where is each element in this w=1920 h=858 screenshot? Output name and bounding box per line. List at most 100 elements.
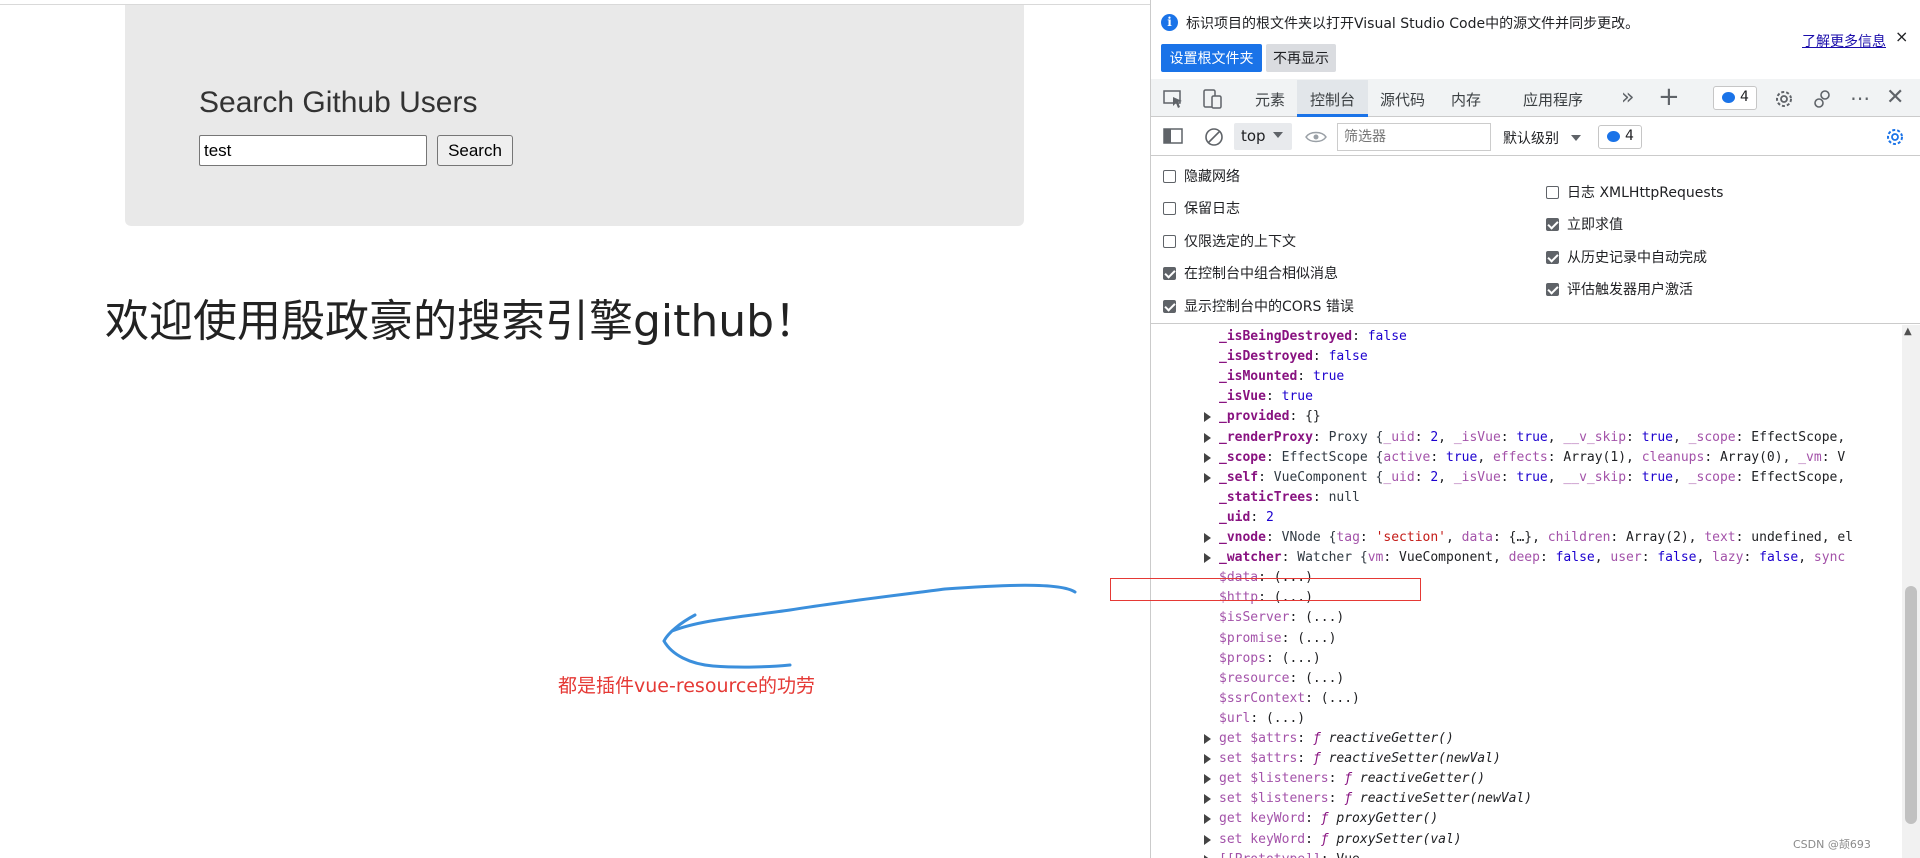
checkbox[interactable]: [1163, 170, 1176, 183]
live-expression-eye-icon[interactable]: [1304, 129, 1328, 145]
property-text: $url: (...): [1219, 711, 1305, 726]
dont-show-again-button[interactable]: 不再显示: [1266, 44, 1336, 72]
filter-input[interactable]: [1337, 123, 1491, 151]
expand-triangle-icon[interactable]: [1204, 734, 1211, 744]
checkbox[interactable]: [1546, 251, 1559, 264]
tab-sources[interactable]: 源代码: [1380, 89, 1425, 110]
scrollbar-thumb[interactable]: [1905, 586, 1917, 824]
close-icon[interactable]: ×: [1895, 27, 1908, 46]
checkbox[interactable]: [1163, 267, 1176, 280]
checkbox[interactable]: [1163, 202, 1176, 215]
expand-triangle-icon[interactable]: [1204, 794, 1211, 805]
property-value-part: :: [1281, 550, 1298, 566]
checkbox[interactable]: [1546, 283, 1559, 296]
property-value-part: active: [1383, 449, 1431, 465]
property-value-part: false: [1759, 550, 1799, 566]
property-value-part: _vm: [1798, 449, 1822, 465]
property-value-part: tag: [1336, 530, 1360, 545]
option-selected-context-only[interactable]: 仅限选定的上下文: [1163, 231, 1296, 251]
option-eager-eval[interactable]: 立即求值: [1546, 214, 1623, 234]
inspect-element-icon[interactable]: [1163, 89, 1185, 109]
property-value-part: : EffectScope,: [1735, 429, 1846, 445]
search-input[interactable]: [199, 135, 427, 166]
option-show-cors-errors[interactable]: 显示控制台中的CORS 错误: [1163, 296, 1354, 316]
checkbox[interactable]: [1546, 186, 1559, 199]
property-value-part: : (...): [1289, 670, 1345, 686]
property-value-part: false: [1657, 550, 1697, 566]
expand-triangle-icon[interactable]: [1204, 452, 1211, 463]
log-level-value: 默认级别: [1503, 131, 1559, 147]
tab-elements[interactable]: 元素: [1255, 89, 1285, 110]
console-output[interactable]: _isBeingDestroyed: false _isDestroyed: fa…: [1151, 325, 1900, 858]
sidebar-toggle-icon[interactable]: [1163, 127, 1185, 147]
property-value-part: :: [1359, 530, 1376, 545]
log-level-select[interactable]: 默认级别: [1503, 128, 1582, 148]
property-value-part: __v_skip: [1563, 469, 1627, 485]
context-select[interactable]: top: [1234, 123, 1292, 150]
property-key: get keyWord: [1219, 811, 1306, 827]
expand-triangle-icon[interactable]: [1204, 814, 1211, 825]
property-value-part: data: [1461, 530, 1493, 545]
context-value: top: [1241, 127, 1266, 145]
close-devtools-icon[interactable]: ✕: [1886, 85, 1904, 110]
expand-triangle-icon[interactable]: [1204, 472, 1211, 483]
search-button[interactable]: Search: [437, 135, 513, 166]
option-group-similar[interactable]: 在控制台中组合相似消息: [1163, 263, 1338, 283]
property-text: _isMounted: true: [1219, 369, 1344, 384]
property-value-part: : (...): [1305, 690, 1360, 706]
option-user-activation[interactable]: 评估触发器用户激活: [1546, 279, 1693, 299]
property-value-part: : (...): [1250, 710, 1306, 726]
property-value-part: true: [1641, 429, 1674, 445]
expand-triangle-icon[interactable]: [1204, 533, 1211, 543]
learn-more-link[interactable]: 了解更多信息: [1802, 31, 1886, 51]
expand-triangle-icon[interactable]: [1204, 754, 1211, 765]
property-value-part: sync: [1813, 550, 1846, 566]
tab-memory[interactable]: 内存: [1451, 89, 1481, 110]
option-label: 保留日志: [1184, 201, 1240, 217]
property-key: $data: [1219, 570, 1259, 586]
property-value-part: user: [1610, 550, 1642, 566]
option-label: 隐藏网络: [1184, 169, 1240, 185]
option-log-xhr[interactable]: 日志 XMLHttpRequests: [1546, 182, 1723, 202]
expand-triangle-icon[interactable]: [1204, 854, 1211, 858]
messages-badge[interactable]: 4: [1598, 125, 1642, 149]
checkbox[interactable]: [1163, 235, 1176, 248]
customize-icon[interactable]: [1812, 88, 1834, 110]
console-settings-gear-icon[interactable]: [1884, 126, 1906, 148]
device-toolbar-icon[interactable]: [1202, 88, 1224, 110]
issues-badge[interactable]: 4: [1713, 86, 1757, 110]
property-value-part: false: [1367, 329, 1407, 344]
property-text: _self: VueComponent {_uid: 2, _isVue: tr…: [1219, 470, 1845, 485]
clear-console-icon[interactable]: [1203, 126, 1225, 148]
expand-triangle-icon[interactable]: [1204, 553, 1211, 564]
property-value-part: proxyGetter(): [1336, 811, 1439, 827]
set-root-folder-button[interactable]: 设置根文件夹: [1161, 44, 1262, 72]
tab-console[interactable]: 控制台: [1310, 89, 1355, 110]
expand-triangle-icon[interactable]: [1204, 834, 1211, 845]
expand-triangle-icon[interactable]: [1204, 432, 1211, 443]
property-value-part: ,: [1446, 530, 1462, 545]
property-value-part: reactiveSetter(newVal): [1328, 751, 1501, 767]
option-autocomplete-history[interactable]: 从历史记录中自动完成: [1546, 247, 1707, 267]
add-tab-icon[interactable]: +: [1658, 82, 1680, 112]
property-text: [[Prototype]]: Vue: [1219, 852, 1360, 858]
property-key: _isVue: [1219, 389, 1266, 405]
property-key: _self: [1219, 469, 1259, 485]
more-tabs-icon[interactable]: »: [1621, 85, 1634, 110]
option-hide-network[interactable]: 隐藏网络: [1163, 166, 1240, 186]
property-value-part: ƒ: [1312, 731, 1329, 746]
tab-application[interactable]: 应用程序: [1523, 89, 1583, 110]
property-value-part: :: [1414, 429, 1431, 445]
property-value-part: true: [1516, 469, 1548, 485]
property-value-part: 2: [1430, 429, 1439, 445]
expand-triangle-icon[interactable]: [1204, 774, 1211, 785]
option-preserve-log[interactable]: 保留日志: [1163, 198, 1240, 218]
checkbox[interactable]: [1163, 300, 1176, 313]
expand-triangle-icon[interactable]: [1204, 412, 1211, 423]
more-options-icon[interactable]: ⋯: [1850, 86, 1870, 110]
infobar-message: 标识项目的根文件夹以打开Visual Studio Code中的源文件并同步更改…: [1186, 16, 1640, 32]
checkbox[interactable]: [1546, 218, 1559, 231]
property-key: set keyWord: [1219, 831, 1306, 847]
scroll-up-icon[interactable]: ▲: [1904, 326, 1912, 337]
settings-gear-icon[interactable]: [1773, 88, 1795, 110]
